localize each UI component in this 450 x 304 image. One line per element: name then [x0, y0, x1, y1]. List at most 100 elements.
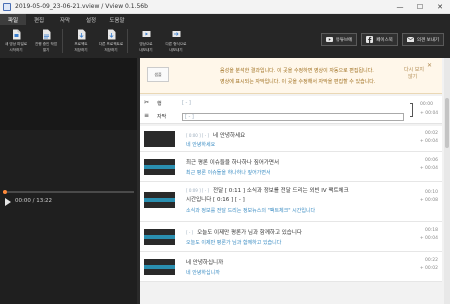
- start-time: 00:10: [425, 190, 438, 195]
- speech-line[interactable]: [ 0:00 ] [ - ] 네 안녕하세요: [186, 131, 245, 139]
- frame-thumbnail[interactable]: [144, 159, 175, 175]
- video-player: 00:00 / 13:22: [0, 58, 137, 304]
- menu-tabs: 파일 편집 자막 설정 도움말: [0, 14, 130, 25]
- open-file-button[interactable]: 진행 중인 작업 열기: [32, 26, 60, 56]
- notice-line-1: 음성을 분석한 결과입니다. 이 곳을 수정하면 영상이 자동으로 편집됩니다.: [220, 68, 374, 74]
- speech-line-continued[interactable]: 시간입니다 [ 0:16 ] [ - ]: [186, 195, 245, 203]
- tool-label: 저장하기: [104, 48, 118, 53]
- duration: + 00:04: [419, 236, 438, 241]
- subtitle-line[interactable]: 최근 평론 이슈들을 하나하나 짚어가면서: [186, 169, 271, 176]
- transcript-panel: 샘플 음성을 분석한 결과입니다. 이 곳을 수정하면 영상이 자동으로 편집됩…: [140, 58, 450, 304]
- list-item[interactable]: [ 0:09 ] [ - ] 전달 [ 0:11 ] 소식과 정보를 전달 드리는…: [140, 182, 442, 222]
- new-file-icon: [12, 29, 20, 40]
- facebook-share-label: 페이스북: [376, 37, 393, 43]
- title-bar: 2019-05-09_23-06-21.vview / Vview 0.1.56…: [0, 0, 450, 14]
- start-time: 00:02: [425, 131, 438, 136]
- facebook-icon: [366, 36, 374, 43]
- timestamp: [ - ]: [186, 230, 194, 235]
- list-item[interactable]: 네 안녕하십니까 네 안녕하십니까 00:22 + 00:02: [140, 252, 442, 282]
- duration: + 00:02: [419, 266, 438, 271]
- new-file-button[interactable]: 새 영상 파일로 시작하기: [2, 26, 30, 56]
- tab-file[interactable]: 파일: [0, 14, 26, 25]
- save-as-button[interactable]: 다른 프로젝트로 저장하기: [97, 26, 125, 56]
- speech-line[interactable]: 최근 평론 이슈들을 하나하나 짚어가면서: [186, 158, 279, 166]
- speech-line[interactable]: [ - ] 오늘도 이제만 평론가 님과 함께하고 있습니다: [186, 228, 302, 236]
- export-format-icon: [172, 31, 180, 37]
- editor-row-label: 자막: [157, 114, 167, 120]
- thumbnail-stripe: [144, 198, 175, 202]
- youtube-icon: [325, 37, 333, 42]
- seek-handle[interactable]: [3, 190, 7, 194]
- subtitle-line[interactable]: 오늘도 이제만 평론가 님과 함께하고 있습니다: [186, 239, 281, 246]
- play-icon[interactable]: [5, 198, 11, 206]
- close-icon[interactable]: ✕: [427, 62, 432, 69]
- list-item[interactable]: [ 0:00 ] [ - ] 네 안녕하세요 네 안녕하세요 00:02 + 00…: [140, 126, 442, 152]
- tab-settings[interactable]: 설정: [78, 14, 104, 25]
- facebook-share-button[interactable]: 페이스북: [361, 33, 398, 46]
- frame-thumbnail[interactable]: [144, 192, 175, 208]
- frame-thumbnail[interactable]: [144, 131, 175, 147]
- tool-label: 프로젝트: [74, 42, 88, 46]
- dismiss-label-2[interactable]: 않기: [408, 73, 417, 80]
- duration: + 00:04: [419, 139, 438, 144]
- tool-label: 열기: [42, 48, 50, 53]
- tool-label: 시작하기: [9, 48, 23, 53]
- subtitle-line[interactable]: 네 안녕하세요: [186, 141, 215, 148]
- tool-label: 내보내기: [139, 48, 153, 53]
- start-time: 00:22: [425, 258, 438, 263]
- thumbnail-stripe: [144, 165, 175, 169]
- tool-label: 다른 프로젝트로: [98, 42, 124, 46]
- tab-subtitle[interactable]: 자막: [52, 14, 78, 25]
- ribbon-tools: 새 영상 파일로 시작하기 진행 중인 작업 열기 프로젝트 저장하기 다른 프…: [0, 26, 190, 56]
- timestamp: [ 0:00 ] [ - ]: [186, 133, 210, 138]
- export-format-button[interactable]: 다른 형식으로 내보내기: [162, 26, 190, 56]
- list-item[interactable]: 최근 평론 이슈들을 하나하나 짚어가면서 최근 평론 이슈들을 하나하나 짚어…: [140, 152, 442, 182]
- vertical-scrollbar[interactable]: [444, 58, 450, 304]
- subtitle-input[interactable]: [182, 113, 404, 121]
- tab-help[interactable]: 도움말: [104, 14, 130, 25]
- tab-edit[interactable]: 편집: [26, 14, 52, 25]
- tool-label: 영상으로: [139, 42, 153, 46]
- speech-text: 오늘도 이제만 평론가 님과 함께하고 있습니다: [197, 230, 302, 236]
- youtube-share-label: 유튜브에: [335, 37, 353, 43]
- save-project-icon: [77, 29, 85, 40]
- sample-button[interactable]: 샘플: [147, 67, 169, 82]
- close-button[interactable]: ✕: [430, 0, 450, 14]
- start-time: 00:06: [425, 158, 438, 163]
- start-time: 00:18: [425, 228, 438, 233]
- speech-text: 네 안녕하세요: [213, 133, 246, 139]
- tool-label: 진행 중인 작업: [34, 42, 58, 46]
- export-video-button[interactable]: 영상으로 내보내기: [132, 26, 160, 56]
- list-item[interactable]: [ - ] 오늘도 이제만 평론가 님과 함께하고 있습니다 오늘도 이제만 평론…: [140, 222, 442, 252]
- speech-editor-placeholder[interactable]: [ - ]: [182, 100, 191, 106]
- line-editor: ✂ 행 [ - ] ≡ 자막 [ - ] 00:00 + 00:04: [140, 96, 442, 124]
- transcript-list: [ 0:00 ] [ - ] 네 안녕하세요 네 안녕하세요 00:02 + 00…: [140, 126, 442, 282]
- share-buttons: 유튜브에 페이스북 의견 보내기: [320, 33, 444, 46]
- thumbnail-stripe: [144, 265, 175, 269]
- duration: + 00:04: [419, 166, 438, 171]
- seek-bar[interactable]: [3, 190, 134, 194]
- subtitle-input-placeholder: [ - ]: [185, 114, 194, 120]
- youtube-share-button[interactable]: 유튜브에: [320, 33, 358, 46]
- speech-text: 전달 [ 0:11 ] 소식과 정보를 전달 드리는 외빈 IV 팩트체크: [213, 188, 349, 194]
- tool-label: 다른 형식으로: [165, 42, 187, 46]
- maximize-button[interactable]: ☐: [410, 0, 430, 14]
- dismiss-label[interactable]: 다시 보지: [404, 66, 424, 73]
- ribbon: 파일 편집 자막 설정 도움말 새 영상 파일로 시작하기 진행 중인 작업 열…: [0, 14, 450, 58]
- frame-thumbnail[interactable]: [144, 259, 175, 275]
- subtitle-line[interactable]: 소식과 정보를 전달 드리는 정보뉴스의 "팩트체크" 시간입니다: [186, 207, 315, 214]
- mail-icon: [406, 36, 414, 42]
- toolbar-divider: [127, 29, 128, 53]
- toolbar-divider: [62, 29, 63, 53]
- editor-row-label: 행: [157, 101, 162, 107]
- scrollbar-thumb[interactable]: [445, 98, 449, 148]
- open-file-icon: [42, 29, 50, 40]
- speech-line[interactable]: 네 안녕하십니까: [186, 258, 223, 266]
- save-project-button[interactable]: 프로젝트 저장하기: [67, 26, 95, 56]
- subtitle-line[interactable]: 네 안녕하십니까: [186, 269, 220, 276]
- minimize-button[interactable]: —: [390, 0, 410, 14]
- feedback-button[interactable]: 의견 보내기: [401, 33, 444, 46]
- frame-thumbnail[interactable]: [144, 229, 175, 245]
- video-preview[interactable]: [0, 58, 137, 130]
- speech-line[interactable]: [ 0:09 ] [ - ] 전달 [ 0:11 ] 소식과 정보를 전달 드리는…: [186, 186, 349, 194]
